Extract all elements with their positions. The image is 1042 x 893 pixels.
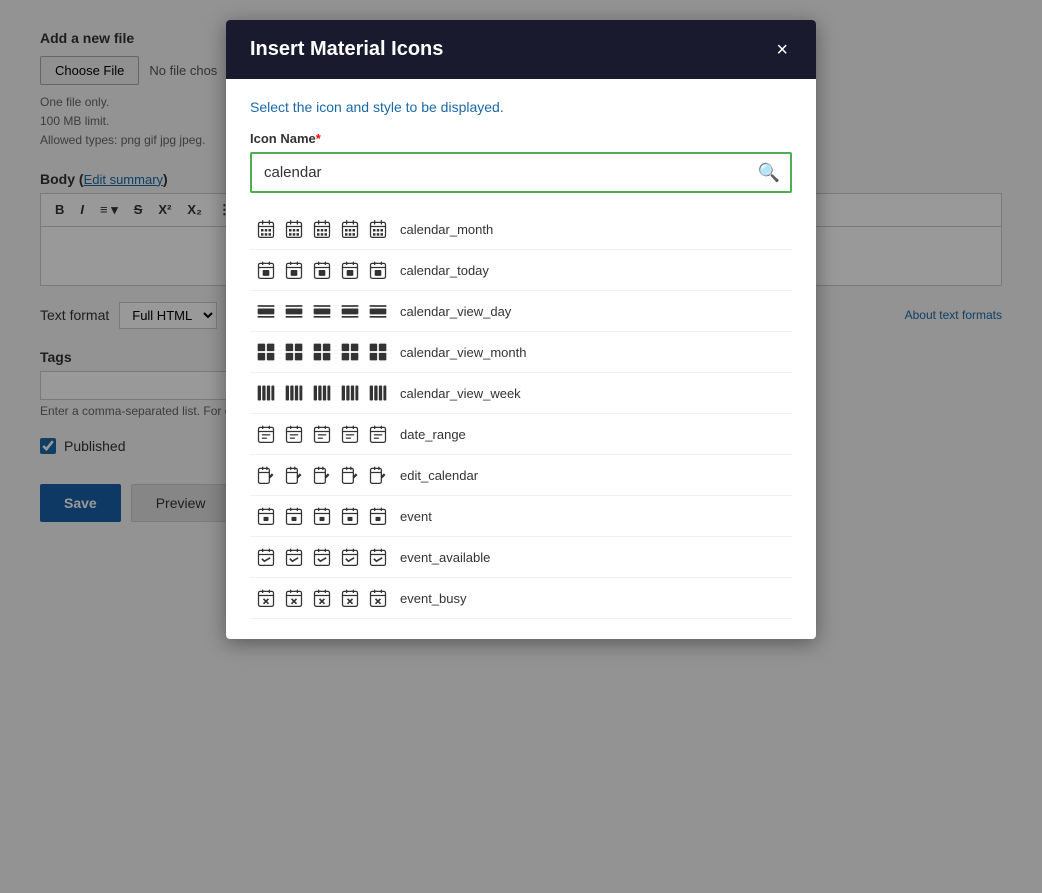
icon-result-name: event_available [400,550,490,565]
icon-variant-1 [282,258,306,282]
icon-result-row[interactable]: calendar_view_day [250,291,792,332]
icon-variants [254,340,390,364]
icon-variant-0 [254,340,278,364]
icon-variants [254,545,390,569]
icon-variant-4 [366,299,390,323]
icon-variants [254,463,390,487]
icon-variant-0 [254,217,278,241]
icon-variant-0 [254,504,278,528]
icon-result-name: calendar_view_week [400,386,521,401]
icon-variant-2 [310,340,334,364]
icon-variant-3 [338,299,362,323]
icon-variant-2 [310,299,334,323]
icon-variant-2 [310,217,334,241]
icon-result-name: edit_calendar [400,468,478,483]
icon-variant-4 [366,340,390,364]
icon-variant-1 [282,381,306,405]
icon-variant-3 [338,504,362,528]
icon-variant-4 [366,463,390,487]
icon-result-name: event_busy [400,591,467,606]
insert-icons-modal: Insert Material Icons × Select the icon … [226,20,816,639]
icon-variant-1 [282,422,306,446]
icon-variant-4 [366,381,390,405]
icon-search-wrapper: 🔍 [250,152,792,193]
icon-variant-4 [366,258,390,282]
icon-variant-1 [282,217,306,241]
icon-result-row[interactable]: calendar_view_month [250,332,792,373]
icon-variant-2 [310,381,334,405]
icon-variant-0 [254,299,278,323]
icon-variants [254,381,390,405]
icon-variants [254,299,390,323]
icon-result-row[interactable]: calendar_month [250,209,792,250]
icon-result-name: calendar_view_day [400,304,511,319]
icon-variant-4 [366,545,390,569]
modal-title: Insert Material Icons [250,38,443,61]
icon-result-name: date_range [400,427,466,442]
icon-variant-3 [338,217,362,241]
icon-name-label: Icon Name* [250,131,792,146]
icon-variant-1 [282,545,306,569]
icon-result-name: calendar_view_month [400,345,526,360]
icon-variant-0 [254,545,278,569]
icon-variant-3 [338,381,362,405]
icon-variant-2 [310,422,334,446]
icon-variant-4 [366,422,390,446]
required-marker: * [316,131,321,146]
icon-variants [254,586,390,610]
modal-overlay: Insert Material Icons × Select the icon … [0,0,1042,893]
icon-variant-3 [338,422,362,446]
icon-result-row[interactable]: event_available [250,537,792,578]
icon-variant-1 [282,299,306,323]
icon-variant-3 [338,545,362,569]
modal-subtitle: Select the icon and style to be displaye… [250,99,792,115]
icon-variants [254,504,390,528]
icon-variant-2 [310,586,334,610]
icon-variant-4 [366,586,390,610]
icon-variant-2 [310,504,334,528]
modal-close-button[interactable]: × [772,40,792,60]
icon-result-row[interactable]: calendar_today [250,250,792,291]
icon-variant-0 [254,586,278,610]
icon-variants [254,217,390,241]
icon-result-row[interactable]: event_busy [250,578,792,619]
icon-result-row[interactable]: date_range [250,414,792,455]
icon-result-name: event [400,509,432,524]
icon-variant-2 [310,545,334,569]
icon-variant-0 [254,381,278,405]
icon-result-row[interactable]: event [250,496,792,537]
icon-result-name: calendar_month [400,222,493,237]
icon-result-name: calendar_today [400,263,489,278]
icon-variant-0 [254,422,278,446]
icon-result-row[interactable]: calendar_view_week [250,373,792,414]
icon-variant-4 [366,504,390,528]
icon-variant-2 [310,258,334,282]
icon-results: calendar_month calendar_today calendar_vie… [250,209,792,619]
icon-variant-3 [338,463,362,487]
modal-header: Insert Material Icons × [226,20,816,79]
icon-variant-1 [282,504,306,528]
icon-variant-1 [282,586,306,610]
icon-variants [254,422,390,446]
icon-variant-3 [338,586,362,610]
icon-variant-1 [282,340,306,364]
icon-variant-3 [338,340,362,364]
icon-name-input[interactable] [250,152,792,193]
icon-variant-0 [254,258,278,282]
search-icon: 🔍 [758,162,780,183]
icon-variant-0 [254,463,278,487]
icon-variant-4 [366,217,390,241]
icon-result-row[interactable]: edit_calendar [250,455,792,496]
icon-variant-1 [282,463,306,487]
icon-variants [254,258,390,282]
icon-variant-3 [338,258,362,282]
modal-body: Select the icon and style to be displaye… [226,79,816,639]
icon-variant-2 [310,463,334,487]
